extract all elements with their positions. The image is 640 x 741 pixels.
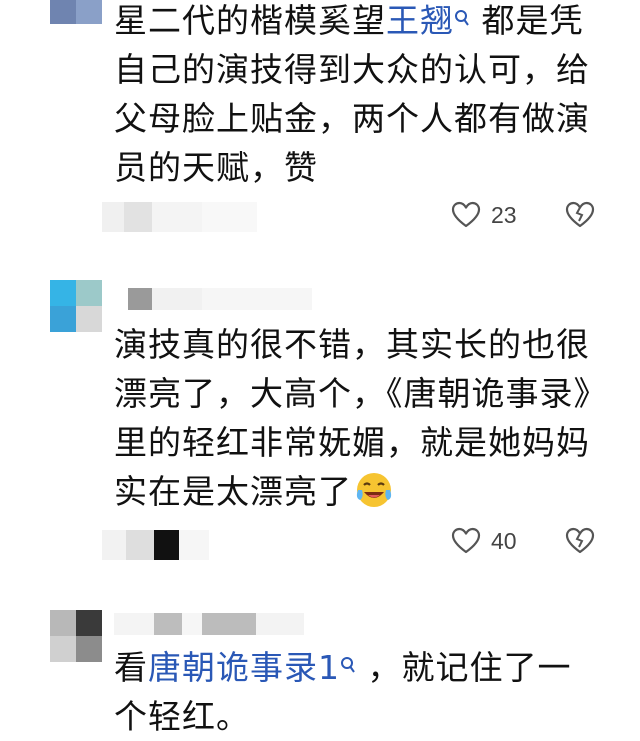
like-count: 23: [491, 201, 517, 228]
avatar[interactable]: [50, 0, 102, 24]
comment-text-before: 星二代的楷模奚望: [114, 1, 386, 40]
laughing-crying-emoji: [354, 470, 394, 510]
comment-text-body: 演技真的很不错，其实长的也很漂亮了，大高个，《唐朝诡事录》里的轻红非常妩媚，就是…: [114, 325, 591, 511]
like-count: 40: [491, 527, 517, 554]
broken-heart-icon: [565, 527, 595, 554]
comment-text-before: 看: [114, 648, 148, 687]
comment-text: 星二代的楷模奚望王翘 都是凭自己的演技得到大众的认可，给父母脸上贴金，两个人都有…: [114, 0, 604, 192]
dislike-button[interactable]: [565, 201, 595, 233]
heart-icon: [451, 527, 481, 554]
avatar[interactable]: [50, 610, 102, 662]
like-button[interactable]: 40: [451, 527, 517, 555]
dislike-button[interactable]: [565, 527, 595, 559]
heart-icon: [451, 201, 481, 228]
comment-text: 看唐朝诡事录1 ，就记住了一个轻红。: [114, 643, 604, 741]
broken-heart-icon: [565, 201, 595, 228]
search-icon[interactable]: [340, 657, 356, 681]
avatar[interactable]: [50, 280, 102, 332]
mention-link[interactable]: 王翘: [386, 1, 454, 40]
mention-link[interactable]: 唐朝诡事录1: [148, 648, 340, 687]
like-button[interactable]: 23: [451, 201, 517, 229]
search-icon[interactable]: [454, 10, 470, 34]
comment-text: 演技真的很不错，其实长的也很漂亮了，大高个，《唐朝诡事录》里的轻红非常妩媚，就是…: [114, 320, 604, 516]
